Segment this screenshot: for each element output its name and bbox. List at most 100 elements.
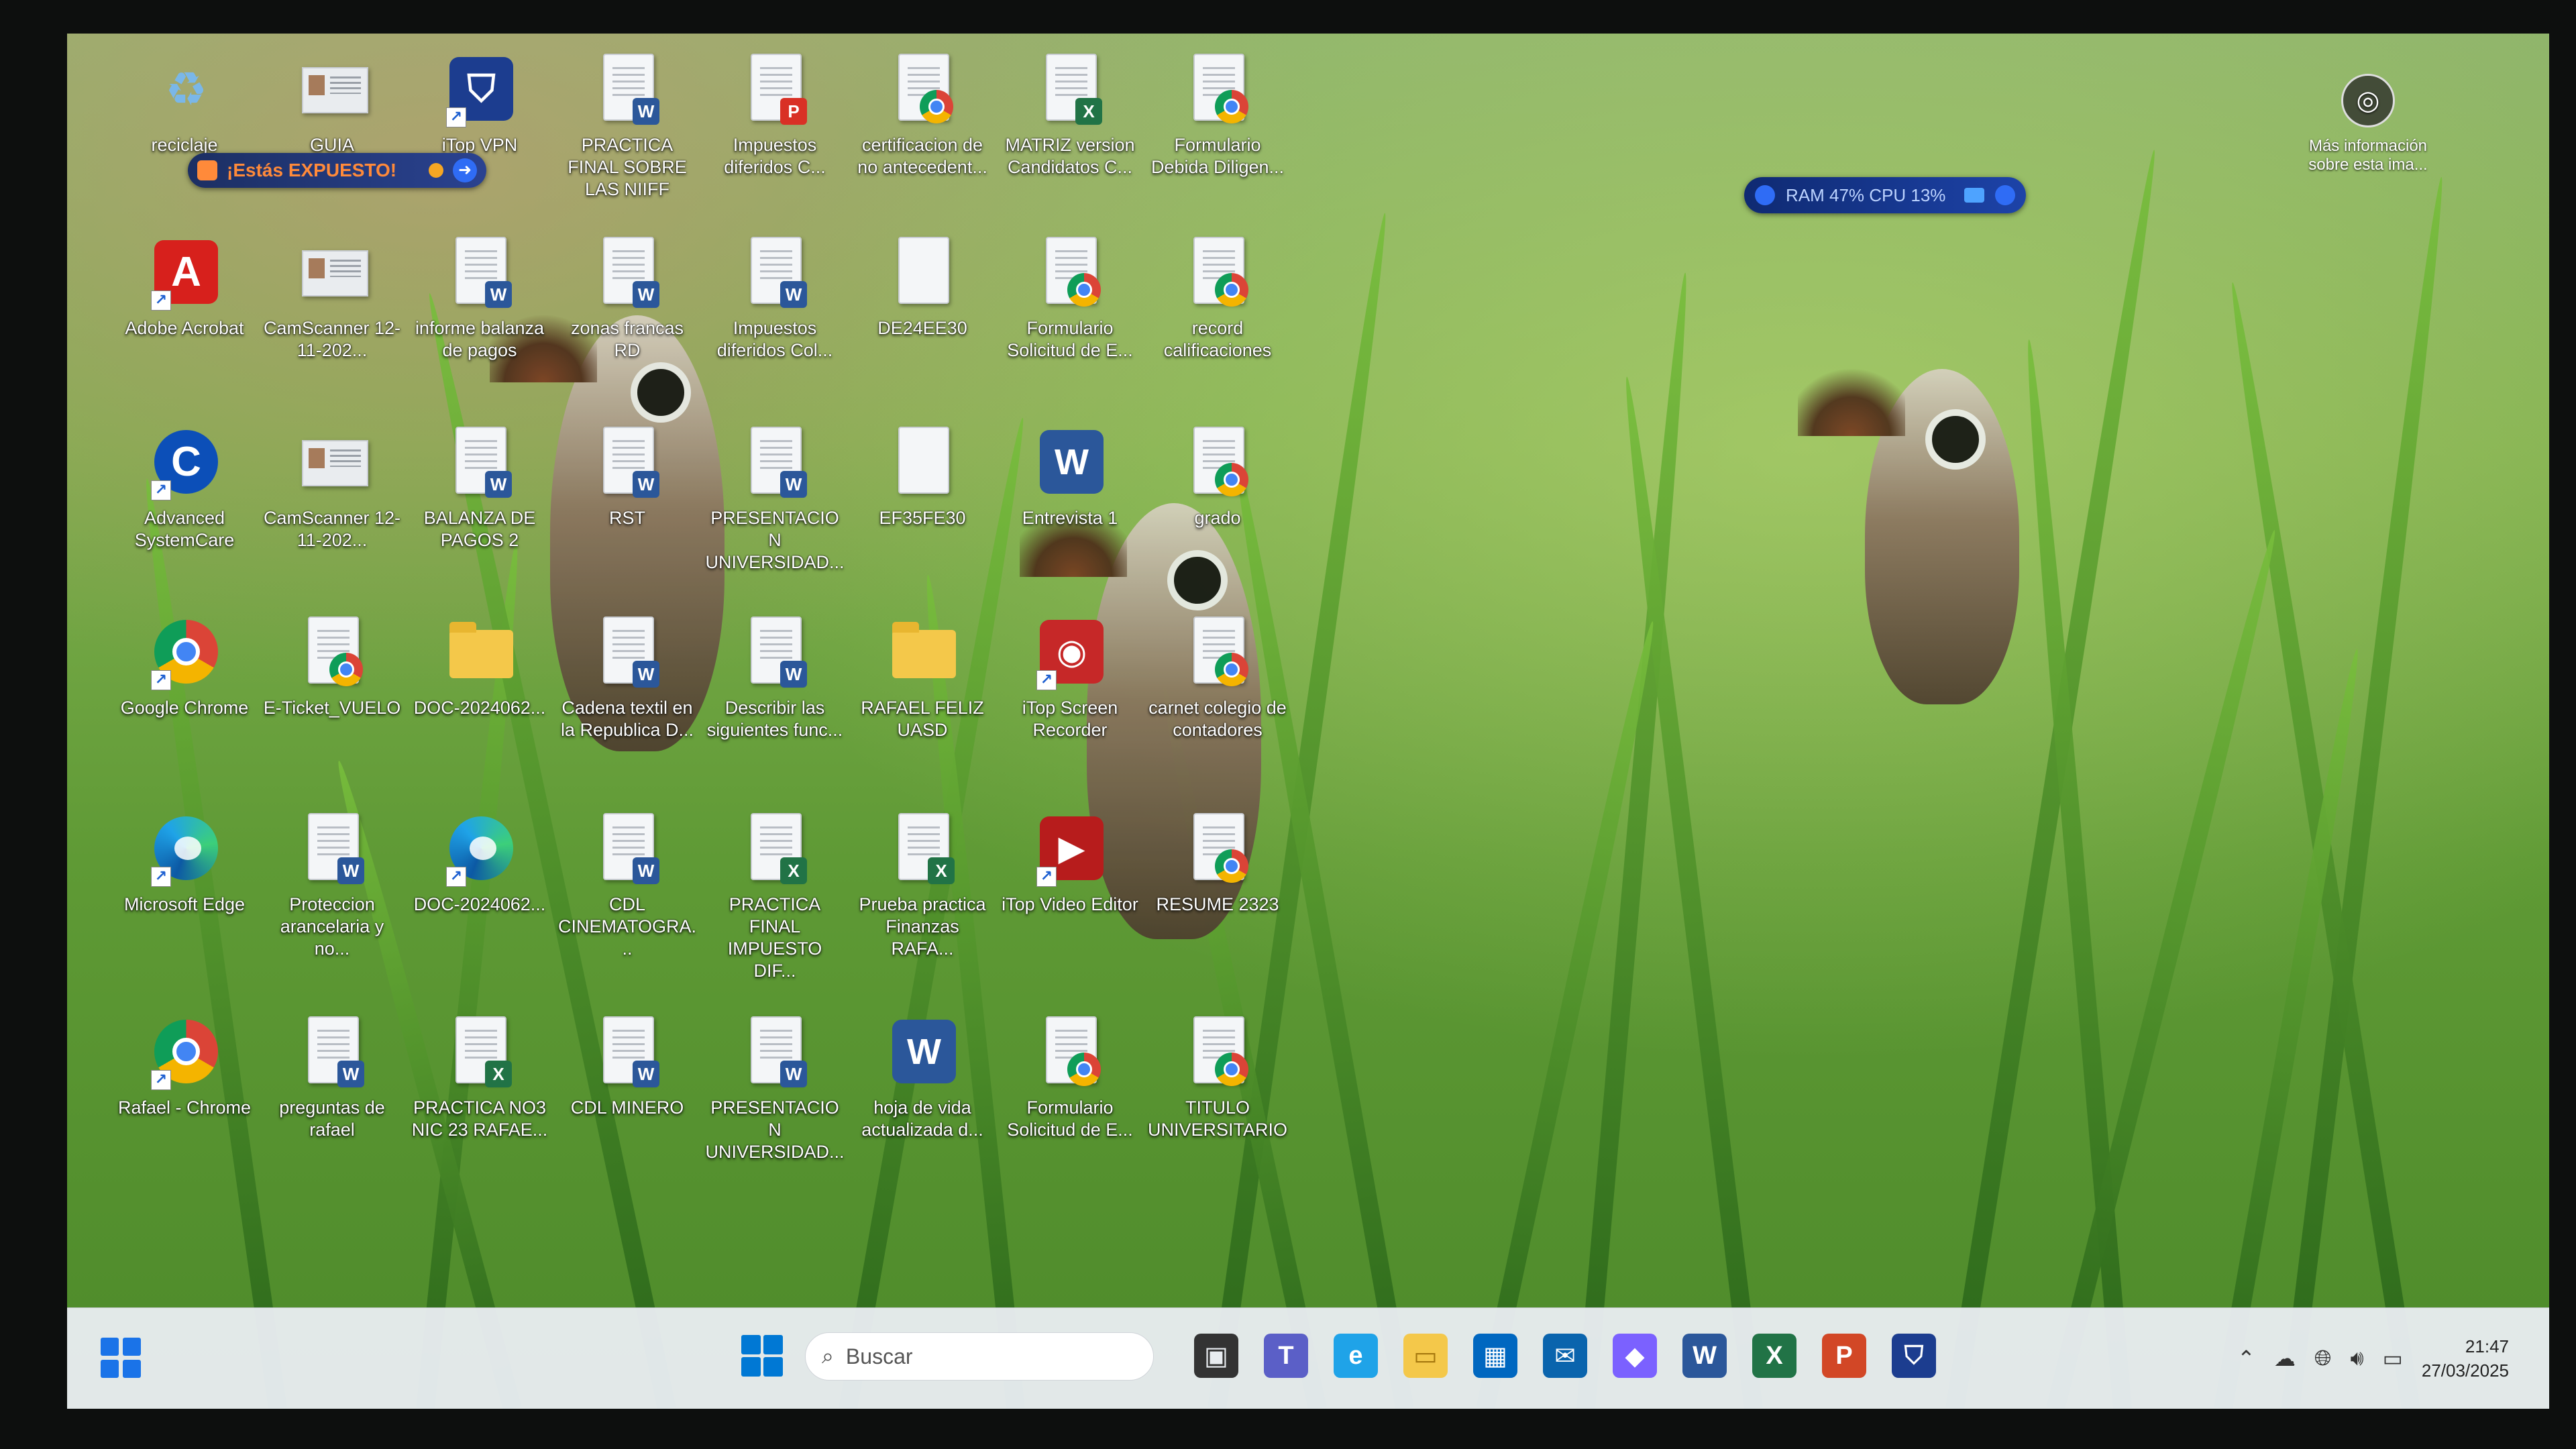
desktop-icon[interactable]: W BALANZA DE PAGOS 2 — [409, 427, 550, 601]
adobe-acrobat-icon: A ↗ — [151, 237, 218, 311]
desktop-icon[interactable]: W Cadena textil en la Republica D... — [557, 616, 698, 791]
desktop-icon[interactable]: grado — [1147, 427, 1288, 601]
excel-icon[interactable]: X — [1752, 1334, 1796, 1378]
search-placeholder: Buscar — [845, 1344, 913, 1368]
desktop-icon[interactable]: carnet colegio de contadores — [1147, 616, 1288, 791]
desktop-icon[interactable]: Formulario Solicitud de E... — [1000, 1016, 1140, 1191]
warning-dot-icon — [429, 163, 443, 178]
clock[interactable]: 21:47 27/03/2025 — [2422, 1334, 2509, 1383]
battery-icon[interactable]: ▭ — [2383, 1346, 2403, 1371]
desktop-icon[interactable]: W Describir las siguientes func... — [704, 616, 845, 791]
desktop-icon[interactable]: X PRACTICA NO3 NIC 23 RAFAE... — [409, 1016, 550, 1191]
spotlight-more-info[interactable]: ◎ Más información sobre esta ima... — [2301, 74, 2435, 174]
blank-file-icon — [889, 427, 956, 500]
word-document-icon: W — [741, 616, 808, 690]
desktop-icon[interactable]: X MATRIZ version Candidatos C... — [1000, 54, 1140, 228]
desktop-icon[interactable]: ↗ Rafael - Chrome — [114, 1016, 255, 1191]
desktop-icon-label: RESUME 2323 — [1156, 894, 1279, 914]
desktop-icon[interactable]: ⛉ ↗ iTop VPN — [409, 54, 550, 228]
powerpoint-icon[interactable]: P — [1822, 1334, 1866, 1378]
desktop-icon[interactable]: C ↗ Advanced SystemCare — [114, 427, 255, 601]
system-tray: ⌃ ☁ 🌐︎ 🔊︎ ▭ 21:47 27/03/2025 — [2237, 1328, 2509, 1389]
desktop-icon[interactable]: GUIA MODELO... — [262, 54, 402, 228]
desktop-icon[interactable]: ♻ reciclaje — [114, 54, 255, 228]
desktop-icon[interactable]: DOC-2024062... — [409, 616, 550, 791]
desktop-icon[interactable]: W Proteccion arancelaria y no... — [262, 813, 402, 987]
volume-icon[interactable]: 🔊︎ — [2350, 1346, 2363, 1371]
search-box[interactable]: ⌕ Buscar — [805, 1332, 1154, 1381]
vpn-exposed-banner[interactable]: ¡Estás EXPUESTO! ➜ — [188, 153, 486, 188]
desktop-icon-label: TITULO UNIVERSITARIO — [1147, 1097, 1288, 1140]
desktop-icon[interactable]: RAFAEL FELIZ UASD — [852, 616, 993, 791]
desktop-icon[interactable]: ◉ ↗ iTop Screen Recorder — [1000, 616, 1140, 791]
word-icon[interactable]: W — [1682, 1334, 1727, 1378]
start-button[interactable] — [741, 1335, 783, 1377]
desktop-icon[interactable]: ↗ Google Chrome — [114, 616, 255, 791]
desktop-icon[interactable]: CamScanner 12-11-202... — [262, 237, 402, 411]
network-icon[interactable]: 🌐︎ — [2314, 1346, 2332, 1371]
word-document-icon: W — [741, 1016, 808, 1090]
widgets-button[interactable] — [101, 1338, 141, 1378]
desktop-icon[interactable]: Formulario Solicitud de E... — [1000, 237, 1140, 411]
desktop-icon-label: informe balanza de pagos — [415, 318, 545, 360]
desktop-icon[interactable]: TITULO UNIVERSITARIO — [1147, 1016, 1288, 1191]
chrome-document-icon — [1184, 237, 1251, 311]
desktop-icon-label: PRESENTACION UNIVERSIDAD... — [705, 508, 845, 572]
desktop-icon[interactable]: ↗ Microsoft Edge — [114, 813, 255, 987]
desktop-icon[interactable]: W RST — [557, 427, 698, 601]
desktop-icon[interactable]: W CDL CINEMATOGRA... — [557, 813, 698, 987]
chevron-up-icon[interactable]: ⌃ — [2237, 1346, 2255, 1371]
desktop-icon[interactable]: W PRESENTACION UNIVERSIDAD... — [704, 427, 845, 601]
desktop-icon-label: BALANZA DE PAGOS 2 — [423, 508, 536, 550]
desktop-icon-label: Proteccion arancelaria y no... — [280, 894, 384, 959]
pdf-document-icon: P — [741, 54, 808, 127]
desktop-icon[interactable]: W Impuestos diferidos Col... — [704, 237, 845, 411]
desktop-icon[interactable]: X PRACTICA FINAL IMPUESTO DIF... — [704, 813, 845, 987]
desktop-icon[interactable]: Whoja de vida actualizada d... — [852, 1016, 993, 1191]
desktop-icon[interactable]: A ↗ Adobe Acrobat — [114, 237, 255, 411]
m365-icon[interactable]: ◆ — [1613, 1334, 1657, 1378]
arrow-right-icon[interactable]: ➜ — [453, 158, 477, 182]
teams-icon[interactable]: T — [1264, 1334, 1308, 1378]
desktop-icon-label: PRACTICA FINAL SOBRE LAS NIIFF — [568, 135, 687, 199]
store-icon[interactable]: ▦ — [1473, 1334, 1517, 1378]
file-explorer-icon[interactable]: ▣ — [1194, 1334, 1238, 1378]
arrow-right-icon[interactable] — [1995, 185, 2015, 205]
google-chrome-icon: ↗ — [151, 616, 218, 690]
desktop-icon[interactable]: P Impuestos diferidos C... — [704, 54, 845, 228]
excel-document-icon: X — [889, 813, 956, 887]
camera-icon[interactable] — [1964, 188, 1984, 203]
itop-vpn-icon[interactable]: ⛉ — [1892, 1334, 1936, 1378]
desktop-icon[interactable]: DE24EE30 — [852, 237, 993, 411]
ram-cpu-text: RAM 47% CPU 13% — [1786, 184, 1946, 205]
chrome-document-icon — [1036, 237, 1104, 311]
ram-cpu-widget[interactable]: RAM 47% CPU 13% — [1744, 177, 2026, 213]
microsoft-edge-icon: ↗ — [151, 813, 218, 887]
desktop-icon[interactable]: E-Ticket_VUELO — [262, 616, 402, 791]
desktop-icon-label: PRESENTACION UNIVERSIDAD... — [705, 1097, 845, 1162]
desktop-icon[interactable]: record calificaciones — [1147, 237, 1288, 411]
desktop-icon[interactable]: W PRESENTACION UNIVERSIDAD... — [704, 1016, 845, 1191]
chrome-document-icon — [1184, 427, 1251, 500]
recycle-bin-icon: ♻ — [165, 62, 207, 115]
desktop-icon[interactable]: Wzonas francas RD — [557, 237, 698, 411]
desktop-icon[interactable]: certificacion de no antecedent... — [852, 54, 993, 228]
folder-icon[interactable]: ▭ — [1403, 1334, 1448, 1378]
desktop-icon[interactable]: W PRACTICA FINAL SOBRE LAS NIIFF — [557, 54, 698, 228]
desktop-icon[interactable]: EF35FE30 — [852, 427, 993, 601]
desktop-icon[interactable]: CamScanner 12-11-202... — [262, 427, 402, 601]
desktop-icon[interactable]: W Entrevista 1 — [1000, 427, 1140, 601]
onedrive-icon[interactable]: ☁ — [2274, 1346, 2296, 1371]
edge-icon[interactable]: e — [1334, 1334, 1378, 1378]
desktop-icon[interactable]: Winforme balanza de pagos — [409, 237, 550, 411]
mail-icon[interactable]: ✉ — [1543, 1334, 1587, 1378]
desktop-icon[interactable]: Formulario Debida Diligen... — [1147, 54, 1288, 228]
desktop-icon[interactable]: Wpreguntas de rafael — [262, 1016, 402, 1191]
desktop-icon-label: iTop Screen Recorder — [1022, 698, 1118, 740]
desktop-icon[interactable]: W CDL MINERO — [557, 1016, 698, 1191]
desktop-icon[interactable]: ↗ DOC-2024062... — [409, 813, 550, 987]
desktop-icon[interactable]: ▶ ↗ iTop Video Editor — [1000, 813, 1140, 987]
desktop-icon[interactable]: X Prueba practica Finanzas RAFA... — [852, 813, 993, 987]
desktop-icon[interactable]: RESUME 2323 — [1147, 813, 1288, 987]
clock-date: 27/03/2025 — [2421, 1360, 2509, 1381]
